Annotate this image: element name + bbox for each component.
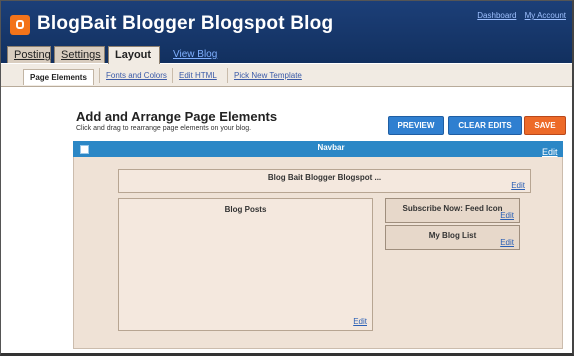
sidebar-widget-label: My Blog List [428, 231, 477, 240]
account-links: Dashboard My Account [471, 11, 566, 20]
navbar-icon [80, 145, 89, 154]
blog-posts-label: Blog Posts [224, 205, 267, 214]
sidebar-widget[interactable]: Subscribe Now: Feed Icon Edit [385, 198, 520, 223]
clear-edits-button[interactable]: CLEAR EDITS [448, 116, 522, 135]
page-title: Add and Arrange Page Elements [76, 109, 278, 124]
navbar-edit-link[interactable]: Edit [542, 147, 558, 157]
dashboard-link[interactable]: Dashboard [477, 11, 516, 20]
subtab-page-elements[interactable]: Page Elements [23, 69, 94, 85]
my-account-link[interactable]: My Account [525, 11, 566, 20]
layout-subtabs: Page Elements Fonts and Colors Edit HTML… [1, 64, 572, 87]
blog-posts-edit-link[interactable]: Edit [353, 317, 367, 326]
sidebar-widget-edit-link[interactable]: Edit [500, 211, 514, 220]
blog-title: BlogBait Blogger Blogspot Blog [37, 13, 334, 34]
tab-posting[interactable]: Posting [7, 46, 51, 63]
subtab-pick-template[interactable]: Pick New Template [227, 68, 308, 83]
sidebar-widget[interactable]: My Blog List Edit [385, 225, 520, 250]
preview-button[interactable]: PREVIEW [388, 116, 444, 135]
page-subtitle: Click and drag to rearrange page element… [76, 125, 252, 132]
tab-settings[interactable]: Settings [54, 46, 105, 63]
subtab-fonts-colors[interactable]: Fonts and Colors [99, 68, 173, 83]
subtab-edit-html[interactable]: Edit HTML [172, 68, 223, 83]
tab-layout[interactable]: Layout [108, 46, 160, 65]
navbar-label: Navbar [317, 143, 345, 152]
app-window: BlogBait Blogger Blogspot Blog Dashboard… [0, 0, 574, 356]
blog-posts-element[interactable]: Blog Posts Edit [118, 198, 373, 331]
save-button[interactable]: SAVE [524, 116, 566, 135]
tab-view-blog[interactable]: View Blog [167, 46, 227, 63]
blogger-logo-icon [10, 15, 30, 35]
header-element[interactable]: Blog Bait Blogger Blogspot ... Edit [118, 169, 531, 193]
sidebar-widget-edit-link[interactable]: Edit [500, 238, 514, 247]
header-edit-link[interactable]: Edit [511, 181, 525, 190]
sidebar-widget-label: Subscribe Now: Feed Icon [402, 204, 503, 213]
header-element-label: Blog Bait Blogger Blogspot ... [267, 173, 382, 182]
